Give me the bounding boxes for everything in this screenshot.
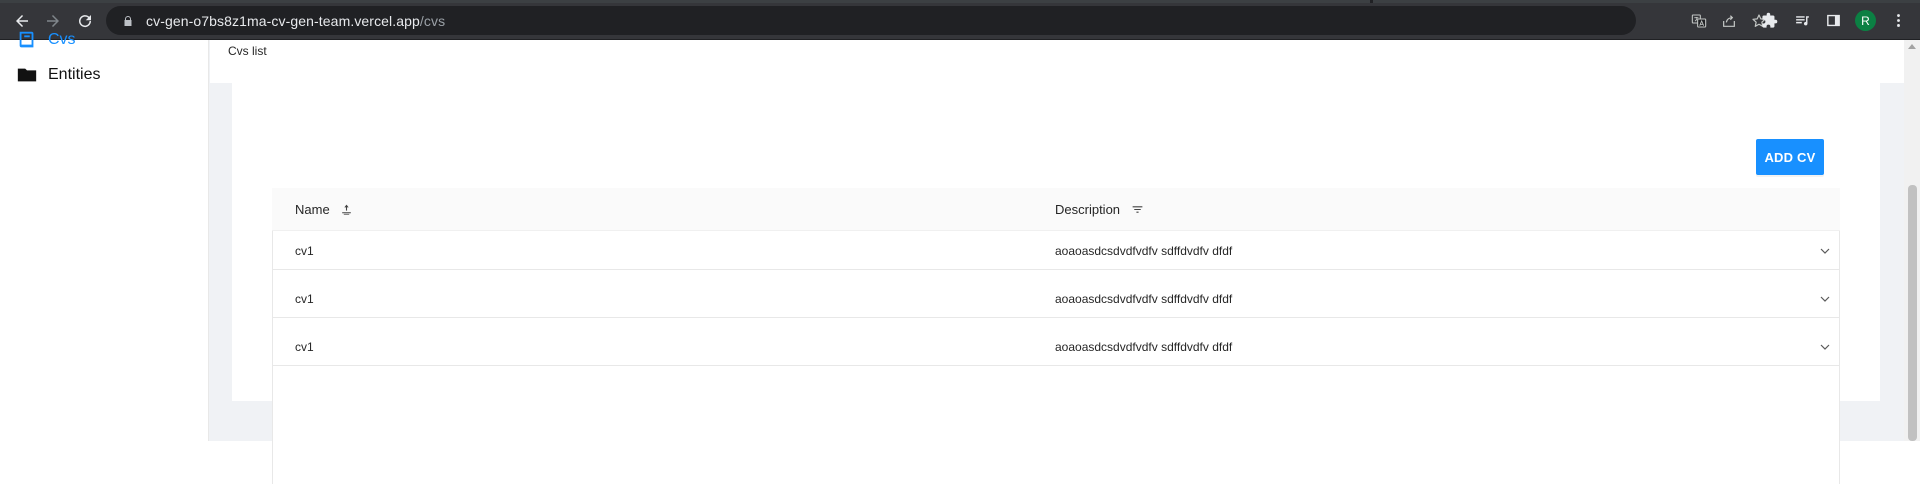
tab-strip-segment — [0, 0, 1370, 3]
chevron-down-icon[interactable] — [1817, 291, 1833, 307]
table-row-partial — [272, 375, 1840, 441]
sidebar: Cvs Entities — [0, 31, 209, 441]
breadcrumb: Cvs list — [228, 44, 267, 58]
chevron-down-icon[interactable] — [1817, 243, 1833, 259]
cell-name: cv1 — [295, 291, 314, 306]
page-scrollbar[interactable] — [1904, 40, 1920, 441]
cell-description: aoaoasdcsdvdfvdfv sdffdvdfv dfdf — [1055, 339, 1233, 354]
url-path: /cvs — [419, 12, 446, 29]
reload-button[interactable] — [72, 8, 98, 34]
more-icon[interactable] — [1888, 10, 1908, 30]
tab-strip-segment — [1373, 0, 1920, 3]
side-panel-icon[interactable] — [1823, 10, 1843, 30]
tab-strip — [0, 0, 1920, 3]
sidebar-item-cvs[interactable]: Cvs — [16, 27, 76, 53]
column-header-description[interactable]: Description — [1055, 188, 1144, 231]
url-text[interactable]: cv-gen-o7bs8z1ma-cv-gen-team.vercel.app/… — [146, 13, 445, 29]
filter-icon[interactable] — [1130, 203, 1144, 217]
chevron-down-icon[interactable] — [1817, 339, 1833, 355]
folder-icon — [16, 64, 38, 86]
sidebar-item-label: Cvs — [48, 31, 76, 48]
browser-toolbar: cv-gen-o7bs8z1ma-cv-gen-team.vercel.app/… — [0, 0, 1920, 40]
table-row[interactable]: cv1 aoaoasdcsdvdfvdfv sdffdvdfv dfdf — [272, 231, 1840, 270]
profile-avatar[interactable]: R — [1855, 10, 1876, 31]
address-bar[interactable]: cv-gen-o7bs8z1ma-cv-gen-team.vercel.app/… — [106, 6, 1636, 35]
sidebar-item-label: Entities — [48, 66, 101, 83]
column-header-name[interactable]: Name — [295, 188, 354, 231]
sidebar-item-entities[interactable]: Entities — [16, 62, 100, 88]
cell-description: aoaoasdcsdvdfvdfv sdffdvdfv dfdf — [1055, 243, 1233, 258]
table-row[interactable]: cv1 aoaoasdcsdvdfvdfv sdffdvdfv dfdf — [272, 279, 1840, 318]
lock-icon[interactable] — [120, 13, 136, 29]
profile-initial: R — [1861, 13, 1870, 28]
media-control-icon[interactable] — [1792, 10, 1812, 30]
sort-icon[interactable] — [340, 203, 354, 217]
reload-icon — [79, 15, 92, 28]
share-icon-node — [1720, 12, 1738, 30]
cell-name: cv1 — [295, 339, 314, 354]
column-header-label: Description — [1055, 202, 1121, 217]
add-cv-button[interactable]: ADD CV — [1756, 139, 1824, 175]
add-cv-button-label: ADD CV — [1764, 149, 1816, 165]
url-host: cv-gen-o7bs8z1ma-cv-gen-team.vercel.app — [146, 12, 420, 29]
cell-name: cv1 — [295, 243, 314, 258]
table-row[interactable]: cv1 aoaoasdcsdvdfvdfv sdffdvdfv dfdf — [272, 327, 1840, 366]
column-header-label: Name — [295, 202, 330, 217]
scroll-up-icon[interactable] — [1908, 44, 1916, 49]
cell-description: aoaoasdcsdvdfvdfv sdffdvdfv dfdf — [1055, 291, 1233, 306]
translate-icon[interactable] — [1690, 12, 1708, 30]
table-header: Name Description — [272, 188, 1840, 231]
extensions-icon[interactable] — [1759, 10, 1779, 30]
book-icon — [16, 29, 38, 51]
scrollbar-thumb[interactable] — [1908, 185, 1917, 441]
